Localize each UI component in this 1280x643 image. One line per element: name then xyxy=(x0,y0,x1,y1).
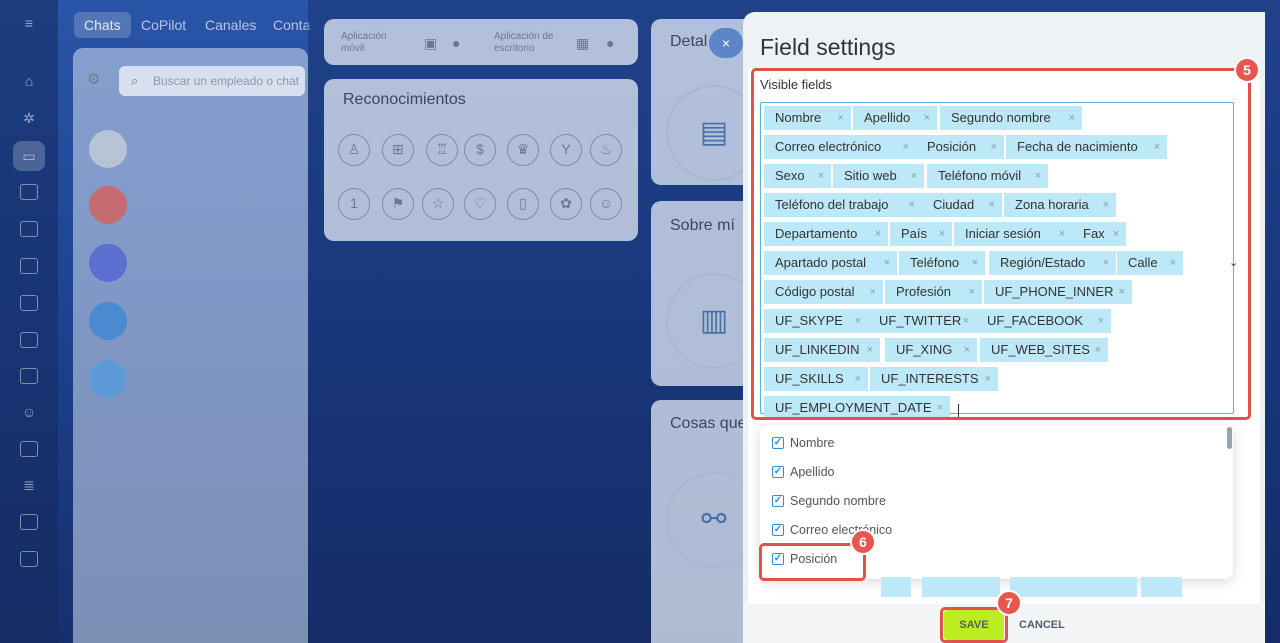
star-icon[interactable]: ☆ xyxy=(422,188,454,220)
apple-icon: ● xyxy=(452,35,461,51)
details-title: Detal xyxy=(670,33,708,50)
avatar xyxy=(89,130,127,168)
mac-icon: ● xyxy=(606,35,615,51)
left-sidebar: ≡ ⌂ ✲ ▭ ☺ ≣ xyxy=(0,0,58,643)
number-one-icon[interactable]: 1 xyxy=(338,188,370,220)
messenger-tabs: Chats CoPilot Canales Conta xyxy=(58,0,310,48)
hidden-tags-row xyxy=(764,577,1182,597)
drive-icon[interactable] xyxy=(20,332,38,348)
close-slider-button[interactable]: × xyxy=(709,28,743,58)
money-icon[interactable]: $ xyxy=(464,134,496,166)
chat-list-panel: ⚙ ⌕ Buscar un empleado o chat xyxy=(73,48,308,643)
tab-copilot[interactable]: CoPilot xyxy=(131,12,196,38)
recognitions-card: Reconocimientos ♙ ⊞ ♖ $ ♛ Y ♨ 1 ⚑ ☆ ♡ ▯ … xyxy=(324,79,638,241)
android-icon: ▣ xyxy=(424,35,438,51)
apps-card: Aplicación móvil ▣ ● Aplicación de escri… xyxy=(324,19,638,65)
chat-icon[interactable]: ▭ xyxy=(20,148,38,164)
chat-search-input[interactable]: ⌕ Buscar un empleado o chat xyxy=(119,66,305,96)
desktop-app-label: Aplicación de escritorio xyxy=(494,31,554,54)
checkbox-checked-icon[interactable]: ✓ xyxy=(772,437,784,449)
crm-icon[interactable] xyxy=(20,514,38,530)
thumbs-up-icon[interactable]: ♙ xyxy=(338,134,370,166)
step-badge-5: 5 xyxy=(1234,57,1260,83)
step-badge-6: 6 xyxy=(850,529,876,555)
recognitions-title: Reconocimientos xyxy=(343,91,466,108)
partial-tag xyxy=(922,577,1000,597)
checkbox-checked-icon[interactable]: ✓ xyxy=(772,466,784,478)
about-title: Sobre mí xyxy=(670,217,735,234)
heart-icon[interactable]: ♡ xyxy=(464,188,496,220)
menu-icon[interactable]: ≡ xyxy=(20,15,38,31)
hobbies-title: Cosas que xyxy=(670,415,747,432)
cancel-button[interactable]: CANCEL xyxy=(1019,610,1065,640)
avatar xyxy=(89,186,127,224)
checkbox-checked-icon[interactable]: ✓ xyxy=(772,524,784,536)
step-highlight-fields xyxy=(751,68,1251,420)
avatar xyxy=(89,302,127,340)
calendar-icon[interactable] xyxy=(20,221,38,237)
field-settings-slider: Field settings Visible fields Nombre × Ap… xyxy=(743,12,1265,643)
search-icon: ⌕ xyxy=(131,73,139,88)
trophy-icon[interactable]: ♖ xyxy=(426,134,458,166)
windows-icon: ▦ xyxy=(576,35,590,51)
option-label: Apellido xyxy=(790,465,835,479)
list-item[interactable] xyxy=(85,354,295,404)
step-badge-7: 7 xyxy=(996,590,1022,616)
copilot-icon[interactable]: ✲ xyxy=(20,110,38,126)
gift-icon[interactable]: ⊞ xyxy=(382,134,414,166)
step-highlight-position xyxy=(759,543,866,581)
slider-title: Field settings xyxy=(760,34,896,60)
flag-icon[interactable]: ⚑ xyxy=(382,188,414,220)
flower-icon[interactable]: ✿ xyxy=(550,188,582,220)
groups-icon[interactable]: ☺ xyxy=(20,404,38,420)
smile-icon[interactable]: ☺ xyxy=(590,188,622,220)
option-label: Correo electrónico xyxy=(790,523,893,537)
filter-settings-icon[interactable]: ⚙ xyxy=(87,70,100,88)
board-icon[interactable] xyxy=(20,295,38,311)
cocktail-icon[interactable]: Y xyxy=(550,134,582,166)
avatar xyxy=(89,244,127,282)
list-item[interactable] xyxy=(85,124,295,174)
home-icon[interactable]: ⌂ xyxy=(20,73,38,89)
step-highlight-save xyxy=(940,607,1008,643)
mail-icon[interactable] xyxy=(20,368,38,384)
tab-chats[interactable]: Chats xyxy=(74,12,131,38)
option-label: Segundo nombre xyxy=(790,494,886,508)
partial-tag xyxy=(1010,577,1137,597)
mobile-app-label: Aplicación móvil xyxy=(341,31,387,54)
partial-tag xyxy=(881,577,911,597)
dropdown-option[interactable]: ✓ Nombre xyxy=(772,433,834,453)
documents-icon[interactable] xyxy=(20,258,38,274)
cake-icon[interactable]: ♨ xyxy=(590,134,622,166)
filter-icon[interactable]: ≣ xyxy=(20,477,38,493)
checkbox-checked-icon[interactable]: ✓ xyxy=(772,495,784,507)
dropdown-scrollbar[interactable] xyxy=(1227,427,1232,449)
tab-canales[interactable]: Canales xyxy=(195,12,266,38)
chat-search-placeholder: Buscar un empleado o chat xyxy=(153,74,300,88)
option-label: Nombre xyxy=(790,436,835,450)
list-item[interactable] xyxy=(85,238,295,288)
dropdown-option[interactable]: ✓ Segundo nombre xyxy=(772,491,886,511)
tasks-icon[interactable] xyxy=(20,441,38,457)
list-item[interactable] xyxy=(85,296,295,346)
beer-icon[interactable]: ▯ xyxy=(507,188,539,220)
avatar xyxy=(89,360,127,398)
feed-icon[interactable] xyxy=(20,184,38,200)
crown-icon[interactable]: ♛ xyxy=(507,134,539,166)
partial-tag xyxy=(1141,577,1182,597)
shop-icon[interactable] xyxy=(20,551,38,567)
list-item[interactable] xyxy=(85,180,295,230)
dropdown-option[interactable]: ✓ Apellido xyxy=(772,462,834,482)
